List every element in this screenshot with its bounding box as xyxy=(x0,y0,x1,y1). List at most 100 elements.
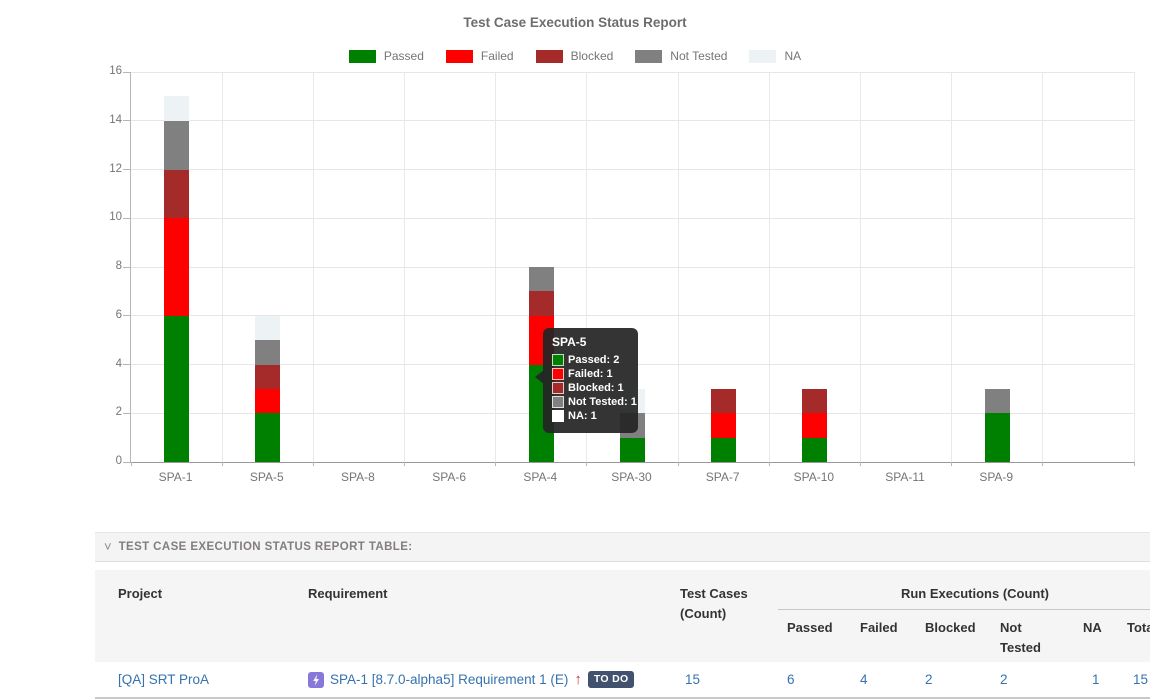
x-axis-tick xyxy=(769,462,770,466)
bar-segment-not-tested[interactable] xyxy=(255,340,280,364)
tooltip-row: Failed: 1 xyxy=(552,368,628,380)
bar-segment-passed[interactable] xyxy=(164,316,189,462)
x-axis-tick xyxy=(586,462,587,466)
bar-spa-7[interactable] xyxy=(711,389,736,462)
bar-segment-passed[interactable] xyxy=(255,413,280,462)
chevron-down-icon[interactable]: ˅ xyxy=(104,542,112,552)
bar-segment-failed[interactable] xyxy=(164,218,189,316)
bar-spa-5[interactable] xyxy=(255,316,280,462)
gridline-h xyxy=(131,267,1134,268)
bar-segment-failed[interactable] xyxy=(711,413,736,437)
y-axis-label: 4 xyxy=(88,358,122,370)
tooltip-row: NA: 1 xyxy=(552,410,628,422)
requirement-link[interactable]: SPA-1 [8.7.0-alpha5] Requirement 1 (E) xyxy=(330,662,568,697)
total-cell: 15 xyxy=(1133,662,1148,697)
x-axis-label: SPA-1 xyxy=(134,470,218,484)
tooltip-swatch-icon xyxy=(552,354,564,366)
test-cases-cell: 15 xyxy=(685,662,700,697)
x-axis-tick xyxy=(131,462,132,466)
y-axis-tick xyxy=(123,120,130,121)
x-axis-label: SPA-8 xyxy=(316,470,400,484)
x-axis-label: SPA-30 xyxy=(590,470,674,484)
legend-item-failed[interactable]: Failed xyxy=(446,49,514,63)
project-link[interactable]: [QA] SRT ProA xyxy=(118,672,209,687)
legend-item-not-tested[interactable]: Not Tested xyxy=(635,49,727,63)
total-count-link[interactable]: 15 xyxy=(1133,672,1148,687)
legend-item-passed[interactable]: Passed xyxy=(349,49,424,63)
bar-spa-10[interactable] xyxy=(802,389,827,462)
legend-label: Not Tested xyxy=(670,49,727,63)
bar-segment-not-tested[interactable] xyxy=(529,267,554,291)
blocked-cell: 2 xyxy=(925,662,933,697)
y-axis-label: 16 xyxy=(88,65,122,77)
bar-segment-na[interactable] xyxy=(255,316,280,340)
legend-swatch-icon xyxy=(749,50,776,63)
test-cases-count-link[interactable]: 15 xyxy=(685,672,700,687)
bar-segment-blocked[interactable] xyxy=(802,389,827,413)
y-axis-tick xyxy=(123,462,130,463)
x-axis-label: SPA-5 xyxy=(225,470,309,484)
legend-swatch-icon xyxy=(349,50,376,63)
x-axis-tick xyxy=(951,462,952,466)
gridline-v xyxy=(1134,72,1135,462)
not-tested-cell: 2 xyxy=(1000,662,1008,697)
bar-segment-passed[interactable] xyxy=(802,438,827,462)
priority-high-icon: ↑ xyxy=(574,662,582,697)
passed-count-link[interactable]: 6 xyxy=(787,672,795,687)
y-axis-label: 0 xyxy=(88,455,122,467)
bar-segment-passed[interactable] xyxy=(711,438,736,462)
table-header: Project Requirement Test Cases (Count) R… xyxy=(95,570,1150,662)
tooltip-row: Passed: 2 xyxy=(552,354,628,366)
gridline-v xyxy=(769,72,770,462)
gridline-h xyxy=(131,120,1134,121)
bar-segment-passed[interactable] xyxy=(985,413,1010,462)
x-axis-label: SPA-4 xyxy=(498,470,582,484)
bar-segment-blocked[interactable] xyxy=(711,389,736,413)
bar-segment-failed[interactable] xyxy=(255,389,280,413)
legend-label: Blocked xyxy=(571,49,614,63)
status-badge: TO DO xyxy=(588,671,635,688)
bar-segment-na[interactable] xyxy=(164,96,189,120)
bar-segment-blocked[interactable] xyxy=(164,170,189,219)
header-group-divider xyxy=(778,609,1150,610)
y-axis-tick xyxy=(123,267,130,268)
blocked-count-link[interactable]: 2 xyxy=(925,672,933,687)
passed-cell: 6 xyxy=(787,662,795,697)
na-count-link[interactable]: 1 xyxy=(1092,672,1100,687)
y-axis-label: 14 xyxy=(88,114,122,126)
gridline-h xyxy=(131,218,1134,219)
tooltip-row: Not Tested: 1 xyxy=(552,396,628,408)
y-axis-tick xyxy=(123,364,130,365)
gridline-v xyxy=(951,72,952,462)
y-axis-tick xyxy=(123,315,130,316)
not-tested-count-link[interactable]: 2 xyxy=(1000,672,1008,687)
execution-status-chart: Test Case Execution Status Report Passed… xyxy=(0,0,1150,525)
bar-segment-blocked[interactable] xyxy=(255,365,280,389)
gridline-h xyxy=(131,315,1134,316)
legend-item-na[interactable]: NA xyxy=(749,49,801,63)
bar-segment-blocked[interactable] xyxy=(529,291,554,315)
x-axis-tick xyxy=(678,462,679,466)
tooltip-swatch-icon xyxy=(552,396,564,408)
failed-count-link[interactable]: 4 xyxy=(860,672,868,687)
bar-segment-passed[interactable] xyxy=(620,438,645,462)
chart-title: Test Case Execution Status Report xyxy=(0,15,1150,30)
legend-item-blocked[interactable]: Blocked xyxy=(536,49,614,63)
bar-spa-9[interactable] xyxy=(985,389,1010,462)
col-header-failed: Failed xyxy=(860,618,898,638)
y-axis-tick xyxy=(123,218,130,219)
chart-legend: Passed Failed Blocked Not Tested NA xyxy=(0,49,1150,63)
y-axis-label: 12 xyxy=(88,163,122,175)
requirement-cell: SPA-1 [8.7.0-alpha5] Requirement 1 (E)↑ T… xyxy=(308,662,634,697)
bar-segment-failed[interactable] xyxy=(802,413,827,437)
gridline-v xyxy=(860,72,861,462)
bar-spa-1[interactable] xyxy=(164,96,189,462)
legend-swatch-icon xyxy=(536,50,563,63)
na-cell: 1 xyxy=(1092,662,1100,697)
col-header-test-cases: Test Cases (Count) xyxy=(680,584,762,624)
bar-segment-not-tested[interactable] xyxy=(985,389,1010,413)
col-header-na: NA xyxy=(1083,618,1102,638)
bar-segment-not-tested[interactable] xyxy=(164,121,189,170)
tooltip-value: Not Tested: 1 xyxy=(568,396,637,408)
report-table-section-header[interactable]: ˅ TEST CASE EXECUTION STATUS REPORT TABL… xyxy=(95,532,1150,562)
